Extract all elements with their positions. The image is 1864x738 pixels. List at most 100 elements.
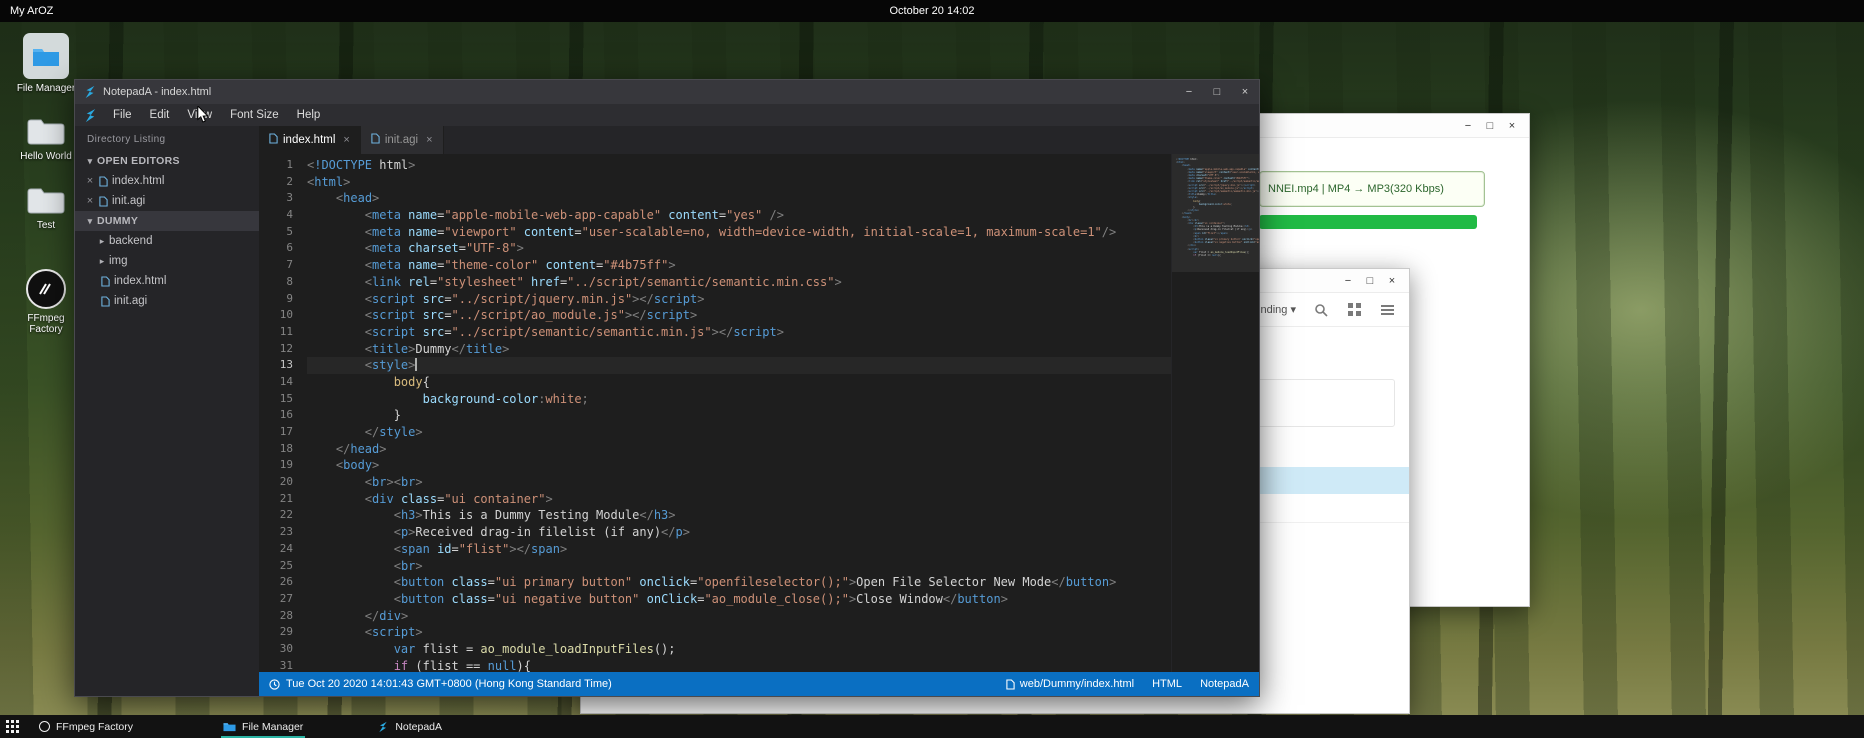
code-line[interactable]: <br><br> bbox=[307, 474, 1259, 491]
close-tab-icon[interactable]: × bbox=[343, 134, 349, 146]
code-line[interactable]: </style> bbox=[307, 424, 1259, 441]
code-line[interactable]: } bbox=[307, 407, 1259, 424]
conversion-progress-fill bbox=[1259, 215, 1477, 229]
code-line[interactable]: <link rel="stylesheet" href="../script/s… bbox=[307, 274, 1259, 291]
menu-bar: FileEditViewFont SizeHelp bbox=[75, 104, 1259, 126]
code-line[interactable]: if (flist == null){ bbox=[307, 658, 1259, 672]
status-language[interactable]: HTML bbox=[1152, 678, 1182, 690]
tree-section-open-editors[interactable]: ▾OPEN EDITORS bbox=[75, 151, 259, 171]
code-line[interactable]: <meta name="viewport" content="user-scal… bbox=[307, 224, 1259, 241]
notepada-logo-icon bbox=[377, 721, 389, 733]
code-line[interactable]: body{ bbox=[307, 374, 1259, 391]
code-line[interactable]: <head> bbox=[307, 190, 1259, 207]
desktop: My ArOZ October 20 14:02 File ManagerHel… bbox=[0, 0, 1864, 738]
status-file-path: web/Dummy/index.html bbox=[1020, 678, 1134, 690]
code-line[interactable]: <body> bbox=[307, 457, 1259, 474]
minimap-slider[interactable] bbox=[1172, 154, 1259, 272]
notepada-logo-icon bbox=[83, 108, 98, 123]
taskbar-item-file-manager[interactable]: File Manager bbox=[217, 715, 309, 738]
menu-file[interactable]: File bbox=[104, 104, 141, 126]
desktop-icon-file-manager[interactable]: File Manager bbox=[10, 33, 82, 94]
minimize-button[interactable]: − bbox=[1457, 115, 1479, 137]
code-line[interactable]: <script src="../script/jquery.min.js"></… bbox=[307, 291, 1259, 308]
line-number: 6 bbox=[259, 240, 293, 257]
tree-section-dummy[interactable]: ▾DUMMY bbox=[75, 211, 259, 231]
code-line[interactable]: <script> bbox=[307, 624, 1259, 641]
search-icon[interactable] bbox=[1313, 302, 1329, 318]
line-number: 13 bbox=[259, 357, 293, 374]
code-line[interactable]: <br> bbox=[307, 558, 1259, 575]
start-menu-label[interactable]: My ArOZ bbox=[10, 5, 53, 17]
menu-edit[interactable]: Edit bbox=[141, 104, 179, 126]
close-editor-icon[interactable]: × bbox=[83, 175, 97, 187]
directory-sidebar: Directory Listing ▾OPEN EDITORS×index.ht… bbox=[75, 126, 259, 696]
menu-items: FileEditViewFont SizeHelp bbox=[104, 104, 329, 126]
start-grid-icon[interactable] bbox=[6, 720, 19, 733]
code-line[interactable]: <button class="ui primary button" onclic… bbox=[307, 574, 1259, 591]
code-line[interactable]: <span id="flist"></span> bbox=[307, 541, 1259, 558]
notepada-titlebar[interactable]: NotepadA - index.html − □ × bbox=[75, 80, 1259, 104]
maximize-button[interactable]: □ bbox=[1479, 115, 1501, 137]
code-line[interactable]: background-color:white; bbox=[307, 391, 1259, 408]
close-button[interactable]: × bbox=[1381, 270, 1403, 292]
code-line[interactable]: <title>Dummy</title> bbox=[307, 341, 1259, 358]
minimap[interactable]: <!DOCTYPE html><html> <head> <meta name=… bbox=[1171, 154, 1259, 672]
menu-icon[interactable] bbox=[1379, 302, 1395, 318]
minimize-button[interactable]: − bbox=[1175, 80, 1203, 104]
taskbar-item-notepada[interactable]: NotepadA bbox=[371, 715, 448, 738]
code-line[interactable]: <p>Received drag-in filelist (if any)</p… bbox=[307, 524, 1259, 541]
editor-pane: index.html×init.agi× 1234567891011121314… bbox=[259, 126, 1259, 696]
folder-icon bbox=[26, 186, 66, 216]
code-line[interactable]: <meta name="apple-mobile-web-app-capable… bbox=[307, 207, 1259, 224]
maximize-button[interactable]: □ bbox=[1203, 80, 1231, 104]
line-number: 30 bbox=[259, 641, 293, 658]
menu-help[interactable]: Help bbox=[288, 104, 330, 126]
code-line[interactable]: </div> bbox=[307, 608, 1259, 625]
grid-view-icon[interactable] bbox=[1346, 302, 1362, 318]
line-number: 23 bbox=[259, 524, 293, 541]
folder-icon bbox=[26, 117, 66, 147]
tree-item-index-html[interactable]: index.html bbox=[75, 271, 259, 291]
code-line[interactable]: <html> bbox=[307, 174, 1259, 191]
menu-font-size[interactable]: Font Size bbox=[221, 104, 288, 126]
taskbar-item-ffmpeg-factory[interactable]: FFmpeg Factory bbox=[33, 715, 139, 738]
code-line[interactable]: <meta name="theme-color" content="#4b75f… bbox=[307, 257, 1259, 274]
close-button[interactable]: × bbox=[1231, 80, 1259, 104]
line-number: 19 bbox=[259, 457, 293, 474]
tree-item-backend[interactable]: ▸backend bbox=[75, 231, 259, 251]
minimize-button[interactable]: − bbox=[1337, 270, 1359, 292]
desktop-icons: File Manager Hello World Test FFmpeg Factor… bbox=[8, 33, 84, 335]
code-line[interactable]: </head> bbox=[307, 441, 1259, 458]
close-button[interactable]: × bbox=[1501, 115, 1523, 137]
maximize-button[interactable]: □ bbox=[1359, 270, 1381, 292]
code-line[interactable]: <div class="ui container"> bbox=[307, 491, 1259, 508]
code-line[interactable]: var flist = ao_module_loadInputFiles(); bbox=[307, 641, 1259, 658]
code-lines[interactable]: <!DOCTYPE html><html> <head> <meta name=… bbox=[307, 157, 1259, 672]
line-number: 26 bbox=[259, 574, 293, 591]
code-line[interactable]: <script src="../script/semantic/semantic… bbox=[307, 324, 1259, 341]
tab-init-agi[interactable]: init.agi× bbox=[361, 126, 444, 154]
close-editor-icon[interactable]: × bbox=[83, 195, 97, 207]
sidebar-header: Directory Listing bbox=[75, 126, 259, 151]
status-app-name: NotepadA bbox=[1200, 678, 1249, 690]
close-tab-icon[interactable]: × bbox=[426, 134, 432, 146]
menu-view[interactable]: View bbox=[178, 104, 221, 126]
chevron-down-icon: ▾ bbox=[83, 216, 97, 227]
line-number: 18 bbox=[259, 441, 293, 458]
desktop-icon-test[interactable]: Test bbox=[10, 186, 82, 231]
tree-item-init-agi[interactable]: init.agi bbox=[75, 291, 259, 311]
code-line[interactable]: <h3>This is a Dummy Testing Module</h3> bbox=[307, 507, 1259, 524]
tree-item-index-html[interactable]: ×index.html bbox=[75, 171, 259, 191]
desktop-icon-hello-world[interactable]: Hello World bbox=[10, 117, 82, 162]
code-line[interactable]: <!DOCTYPE html> bbox=[307, 157, 1259, 174]
folder-icon bbox=[223, 721, 236, 732]
desktop-icon-ffmpeg-factory[interactable]: FFmpeg Factory bbox=[10, 269, 82, 335]
tree-item-init-agi[interactable]: ×init.agi bbox=[75, 191, 259, 211]
code-area[interactable]: 1234567891011121314151617181920212223242… bbox=[259, 154, 1259, 672]
tab-index-html[interactable]: index.html× bbox=[259, 126, 361, 154]
tree-item-img[interactable]: ▸img bbox=[75, 251, 259, 271]
code-line[interactable]: <style> bbox=[307, 357, 1259, 374]
code-line[interactable]: <meta charset="UTF-8"> bbox=[307, 240, 1259, 257]
code-line[interactable]: <button class="ui negative button" onCli… bbox=[307, 591, 1259, 608]
code-line[interactable]: <script src="../script/ao_module.js"></s… bbox=[307, 307, 1259, 324]
